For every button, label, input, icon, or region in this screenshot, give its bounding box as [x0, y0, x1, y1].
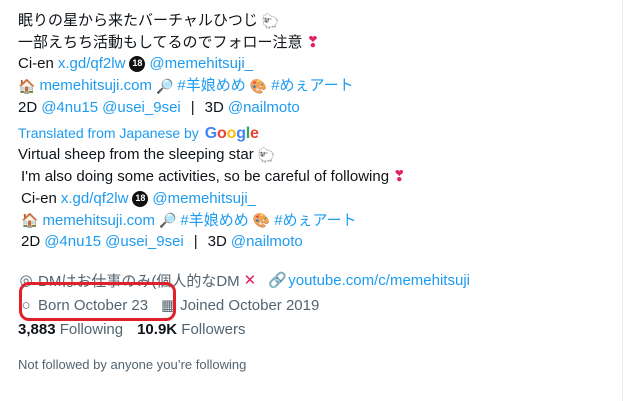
following-label: Following: [59, 321, 124, 338]
magnifier-icon: 🔎: [158, 212, 177, 229]
translated-text: Ci-en: [21, 189, 57, 207]
translated-text: I'm also doing some activities, so be ca…: [21, 168, 390, 186]
bio-hashtag[interactable]: #めぇアート: [274, 210, 356, 232]
heart-exclamation-icon: ❣: [306, 34, 320, 52]
bio-hashtag[interactable]: #めぇアート: [271, 75, 353, 97]
bio-mention[interactable]: @nailmoto: [228, 97, 300, 119]
translated-line-3: Ci-en x.gd/qf2lw 18 @memehitsuji_: [18, 188, 618, 210]
separator: |: [193, 233, 198, 251]
heart-exclamation-icon: ❣: [393, 168, 406, 186]
joined-text: Joined October 2019: [180, 296, 320, 314]
profile-bio: 眠りの星から来たバーチャルひつじ 🐑 一部えちち活動もしてるのでフォロー注意 ❣…: [18, 10, 618, 253]
separator: |: [190, 98, 195, 116]
bio-text: 眠りの星から来たバーチャルひつじ: [18, 12, 258, 29]
cross-mark-icon: ✕: [243, 272, 257, 289]
followers-label: Followers: [181, 321, 246, 338]
translation-label: Translated from Japanese by: [18, 125, 199, 142]
adult-18-icon: 18: [132, 190, 149, 207]
bio-link[interactable]: x.gd/qf2lw: [58, 53, 126, 75]
following-count: 3,883: [18, 321, 56, 338]
link-icon: 🔗: [268, 272, 287, 289]
bio-link[interactable]: memehitsuji.com: [39, 75, 152, 97]
palette-icon: 🎨: [252, 212, 271, 229]
adult-18-icon: 18: [129, 56, 146, 73]
bio-link[interactable]: memehitsuji.com: [42, 210, 155, 232]
sheep-icon: 🐑: [261, 12, 280, 29]
website-link[interactable]: youtube.com/c/memehitsuji: [288, 272, 470, 289]
house-icon: 🏠: [21, 212, 39, 229]
not-followed-notice: Not followed by anyone you’re following: [18, 357, 247, 372]
translated-text: 2D: [21, 233, 41, 251]
magnifier-icon: 🔎: [155, 77, 174, 94]
translation-attribution[interactable]: Translated from Japanese by Google: [18, 123, 618, 144]
palette-icon: 🎨: [249, 77, 268, 94]
joined-item: ▦ Joined October 2019: [160, 296, 320, 315]
bio-link[interactable]: x.gd/qf2lw: [61, 188, 129, 210]
google-logo: Google: [204, 125, 259, 143]
following-link[interactable]: 3,883 Following: [18, 321, 123, 338]
bio-text: 2D: [18, 98, 38, 116]
bio-mention[interactable]: @usei_9sei: [105, 231, 184, 253]
translated-text: Virtual sheep from the sleeping star: [18, 146, 254, 164]
bio-line-3: Ci-en x.gd/qf2lw 18 @memehitsuji_: [18, 53, 618, 75]
bio-line-5: 2D @4nu15 @usei_9sei | 3D @nailmoto: [18, 97, 618, 119]
bio-mention[interactable]: @4nu15: [44, 231, 101, 253]
bio-hashtag[interactable]: #羊娘めめ: [177, 75, 245, 97]
follow-stats: 3,883 Following 10.9K Followers: [18, 321, 245, 338]
bio-text: 一部えちち活動もしてるのでフォロー注意: [18, 33, 303, 51]
followers-count: 10.9K: [137, 321, 178, 338]
bio-line-4: 🏠 memehitsuji.com 🔎 #羊娘めめ 🎨 #めぇアート: [18, 75, 618, 97]
bio-mention[interactable]: @memehitsuji_: [152, 188, 256, 210]
bio-mention[interactable]: @nailmoto: [231, 231, 303, 253]
bio-mention[interactable]: @4nu15: [41, 97, 98, 119]
sheep-icon: 🐑: [257, 147, 276, 164]
bio-mention[interactable]: @usei_9sei: [102, 97, 181, 119]
followers-link[interactable]: 10.9K Followers: [137, 321, 245, 338]
translated-line-1: Virtual sheep from the sleeping star 🐑: [18, 144, 618, 166]
house-icon: 🏠: [18, 77, 36, 94]
translated-line-4: 🏠 memehitsuji.com 🔎 #羊娘めめ 🎨 #めぇアート: [18, 210, 618, 232]
bio-line-1: 眠りの星から来たバーチャルひつじ 🐑: [18, 10, 618, 32]
bio-text: 3D: [204, 98, 224, 116]
birthday-highlight: [19, 282, 176, 321]
translated-line-5: 2D @4nu15 @usei_9sei | 3D @nailmoto: [18, 231, 618, 253]
translated-line-2: I'm also doing some activities, so be ca…: [18, 166, 618, 188]
translated-text: 3D: [207, 233, 227, 251]
bio-hashtag[interactable]: #羊娘めめ: [180, 210, 248, 232]
bio-mention[interactable]: @memehitsuji_: [149, 53, 253, 75]
bio-text: Ci-en: [18, 55, 54, 73]
bio-line-2: 一部えちち活動もしてるのでフォロー注意 ❣: [18, 32, 618, 54]
website-item[interactable]: 🔗 youtube.com/c/memehitsuji: [268, 271, 470, 290]
